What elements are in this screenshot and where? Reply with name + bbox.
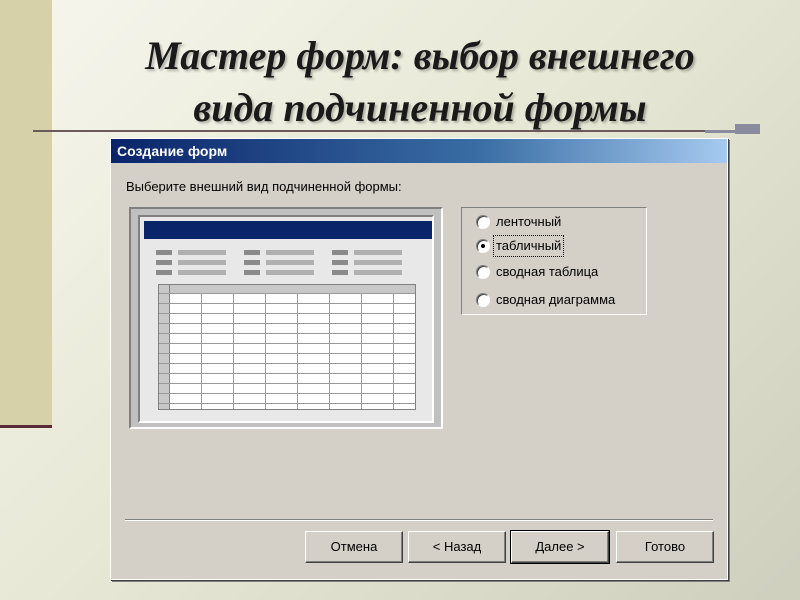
preview-header-bar	[144, 221, 432, 239]
preview-datasheet-grid	[158, 284, 416, 410]
title-divider-accent-bar	[705, 130, 760, 133]
option-label: сводная таблица	[496, 264, 599, 279]
finish-button[interactable]: Готово	[616, 531, 714, 563]
dialog-titlebar[interactable]: Создание форм	[111, 139, 727, 163]
side-decoration-band	[0, 0, 52, 427]
button-separator	[125, 519, 713, 521]
dialog-prompt: Выберите внешний вид подчиненной формы:	[126, 179, 402, 194]
radio-icon[interactable]	[476, 265, 490, 279]
slide-title-line-2: вида подчиненной формы	[193, 85, 647, 130]
title-divider	[33, 130, 760, 132]
option-label: ленточный	[496, 214, 562, 229]
layout-preview-canvas	[138, 215, 434, 423]
cancel-button[interactable]: Отмена	[305, 531, 403, 563]
back-button[interactable]: < Назад	[408, 531, 506, 563]
slide-title-line-1: Мастер форм: выбор внешнего	[145, 33, 695, 78]
form-wizard-dialog: Создание форм Выберите внешний вид подчи…	[110, 138, 728, 580]
layout-preview	[129, 207, 443, 429]
radio-icon[interactable]	[476, 293, 490, 307]
radio-icon[interactable]	[476, 215, 490, 229]
side-decoration-line	[0, 425, 52, 428]
layout-options-group: ленточный табличный сводная таблица свод…	[461, 207, 647, 315]
option-label: табличный	[492, 235, 565, 257]
preview-grid-lines	[159, 285, 415, 409]
next-button[interactable]: Далее >	[510, 530, 610, 564]
radio-checked-icon[interactable]	[476, 239, 490, 253]
option-label: сводная диаграмма	[496, 292, 616, 307]
slide-title: Мастер форм: выбор внешнего вида подчине…	[60, 30, 780, 134]
